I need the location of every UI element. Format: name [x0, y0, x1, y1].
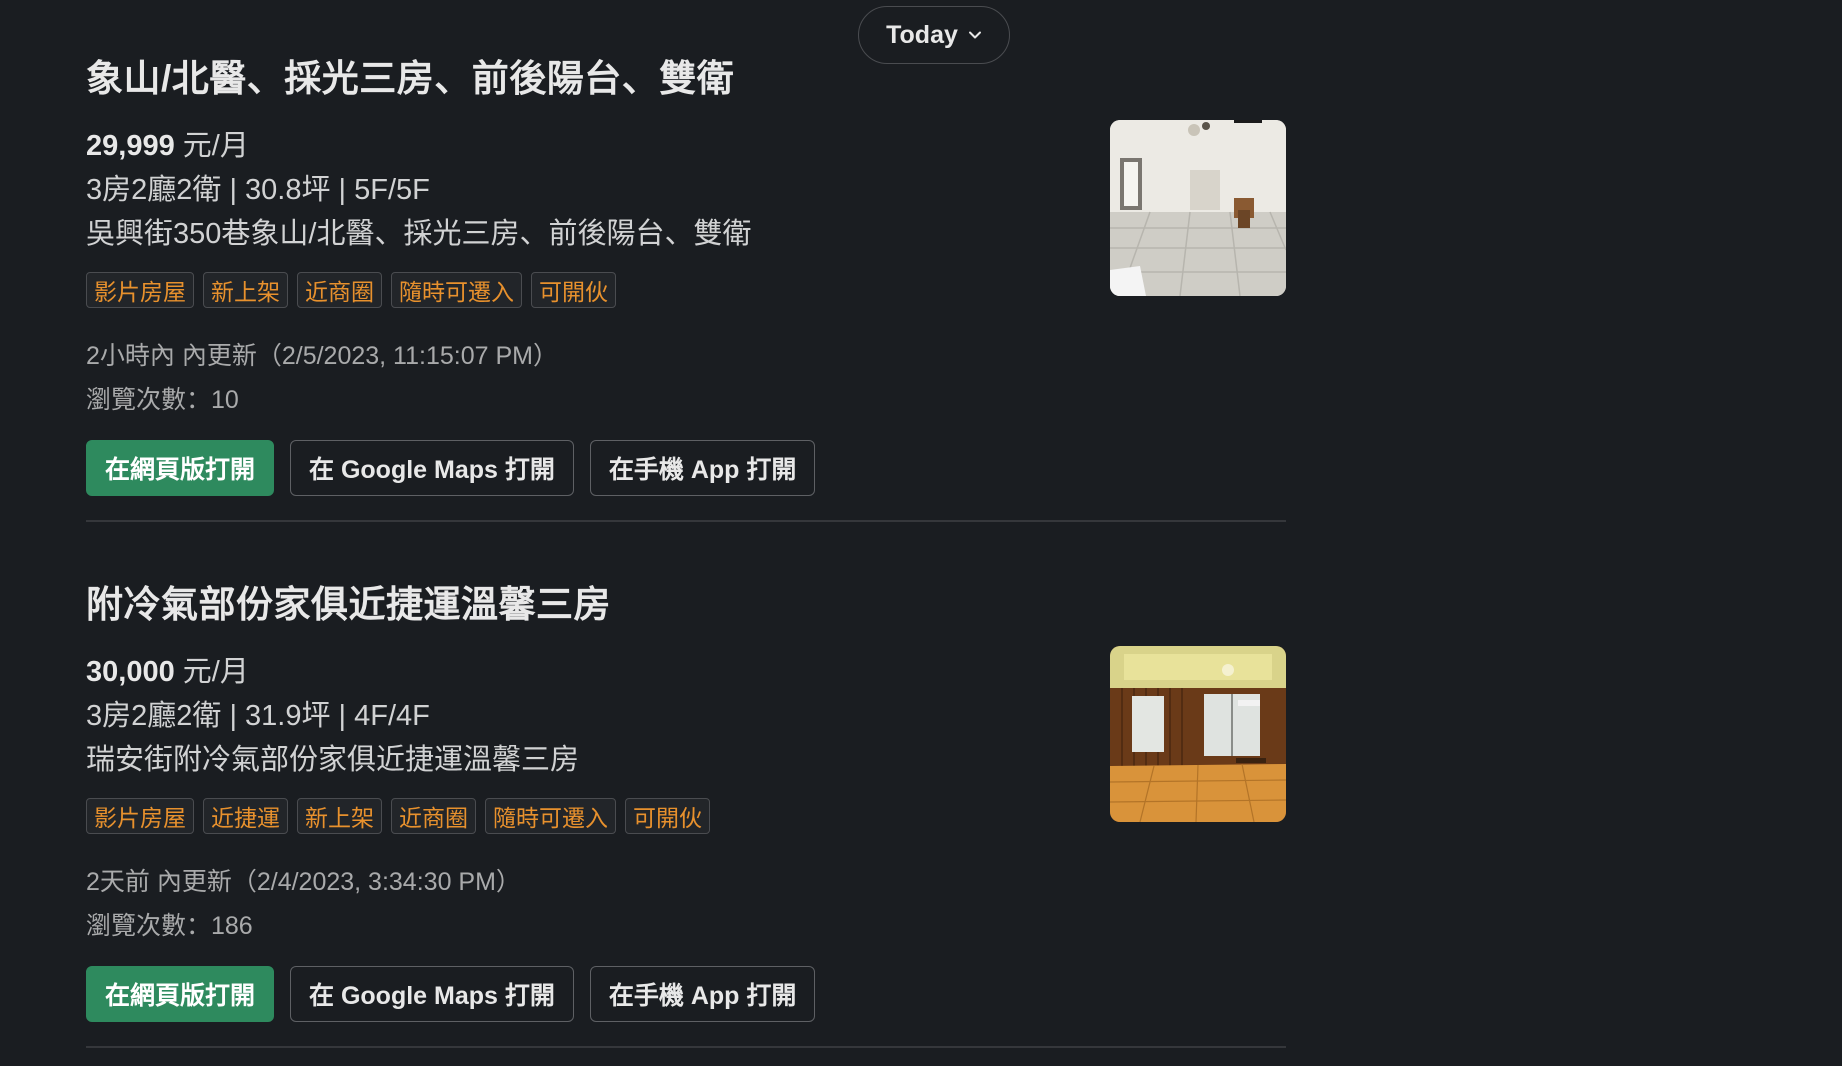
- listing-specs: 3房2廳2衛 | 30.8坪 | 5F/5F: [86, 174, 430, 206]
- listing-title: 象山/北醫、採光三房、前後陽台、雙衛: [86, 58, 735, 99]
- open-web-button[interactable]: 在網頁版打開: [86, 440, 275, 496]
- room-photo-image: [1110, 120, 1286, 296]
- listing-tags: 影片房屋 新上架 近商圈 隨時可遷入 可開伙: [86, 272, 616, 308]
- listing-title: 附冷氣部份家俱近捷運溫馨三房: [86, 584, 611, 625]
- listing-divider: [86, 1046, 1286, 1048]
- chevron-down-icon: [968, 28, 982, 42]
- listing-views: 瀏覽次數：186: [86, 912, 253, 940]
- listing-address: 瑞安街附冷氣部份家俱近捷運溫馨三房: [86, 744, 580, 776]
- room-photo-image: [1110, 646, 1286, 822]
- price-unit: 元/月: [182, 130, 249, 162]
- price-unit: 元/月: [182, 656, 249, 688]
- listing-actions: 在網頁版打開 在 Google Maps 打開 在手機 App 打開: [86, 966, 816, 1022]
- tag: 新上架: [297, 798, 382, 834]
- open-mobile-app-button[interactable]: 在手機 App 打開: [589, 440, 816, 496]
- tag: 可開伙: [531, 272, 616, 308]
- listing-specs: 3房2廳2衛 | 31.9坪 | 4F/4F: [86, 700, 430, 732]
- tag: 近商圈: [391, 798, 476, 834]
- open-google-maps-button[interactable]: 在 Google Maps 打開: [290, 440, 574, 496]
- listing-photo[interactable]: [1110, 120, 1286, 296]
- listing-photo[interactable]: [1110, 646, 1286, 822]
- tag: 可開伙: [625, 798, 710, 834]
- listing-card: 附冷氣部份家俱近捷運溫馨三房 30,000 元/月 3房2廳2衛 | 31.9坪…: [86, 526, 1286, 1048]
- listing-price: 29,999 元/月: [86, 122, 249, 164]
- open-mobile-app-button[interactable]: 在手機 App 打開: [589, 966, 816, 1022]
- open-google-maps-button[interactable]: 在 Google Maps 打開: [290, 966, 574, 1022]
- tag: 近商圈: [297, 272, 382, 308]
- tag: 隨時可遷入: [391, 272, 522, 308]
- message-feed: Today 象山/北醫、採光三房、前後陽台、雙衛 29,999 元/月 3房2廳…: [0, 0, 1842, 1066]
- listing-price: 30,000 元/月: [86, 648, 249, 690]
- tag: 新上架: [203, 272, 288, 308]
- listing-updated: 2天前 內更新（2/4/2023, 3:34:30 PM）: [86, 868, 521, 896]
- tag: 隨時可遷入: [485, 798, 616, 834]
- price-value: 30,000: [86, 656, 175, 688]
- tag: 影片房屋: [86, 798, 194, 834]
- listing-updated: 2小時內 內更新（2/5/2023, 11:15:07 PM）: [86, 342, 558, 370]
- open-web-button[interactable]: 在網頁版打開: [86, 966, 275, 1022]
- date-divider-label: Today: [886, 20, 958, 49]
- listing-tags: 影片房屋 近捷運 新上架 近商圈 隨時可遷入 可開伙: [86, 798, 710, 834]
- listing-card: 象山/北醫、採光三房、前後陽台、雙衛 29,999 元/月 3房2廳2衛 | 3…: [86, 0, 1286, 522]
- listing-actions: 在網頁版打開 在 Google Maps 打開 在手機 App 打開: [86, 440, 816, 496]
- price-value: 29,999: [86, 130, 175, 162]
- date-divider-pill[interactable]: Today: [858, 6, 1010, 64]
- listing-views: 瀏覽次數：10: [86, 386, 239, 414]
- listing-address: 吳興街350巷象山/北醫、採光三房、前後陽台、雙衛: [86, 218, 752, 250]
- tag: 影片房屋: [86, 272, 194, 308]
- tag: 近捷運: [203, 798, 288, 834]
- listing-divider: [86, 520, 1286, 522]
